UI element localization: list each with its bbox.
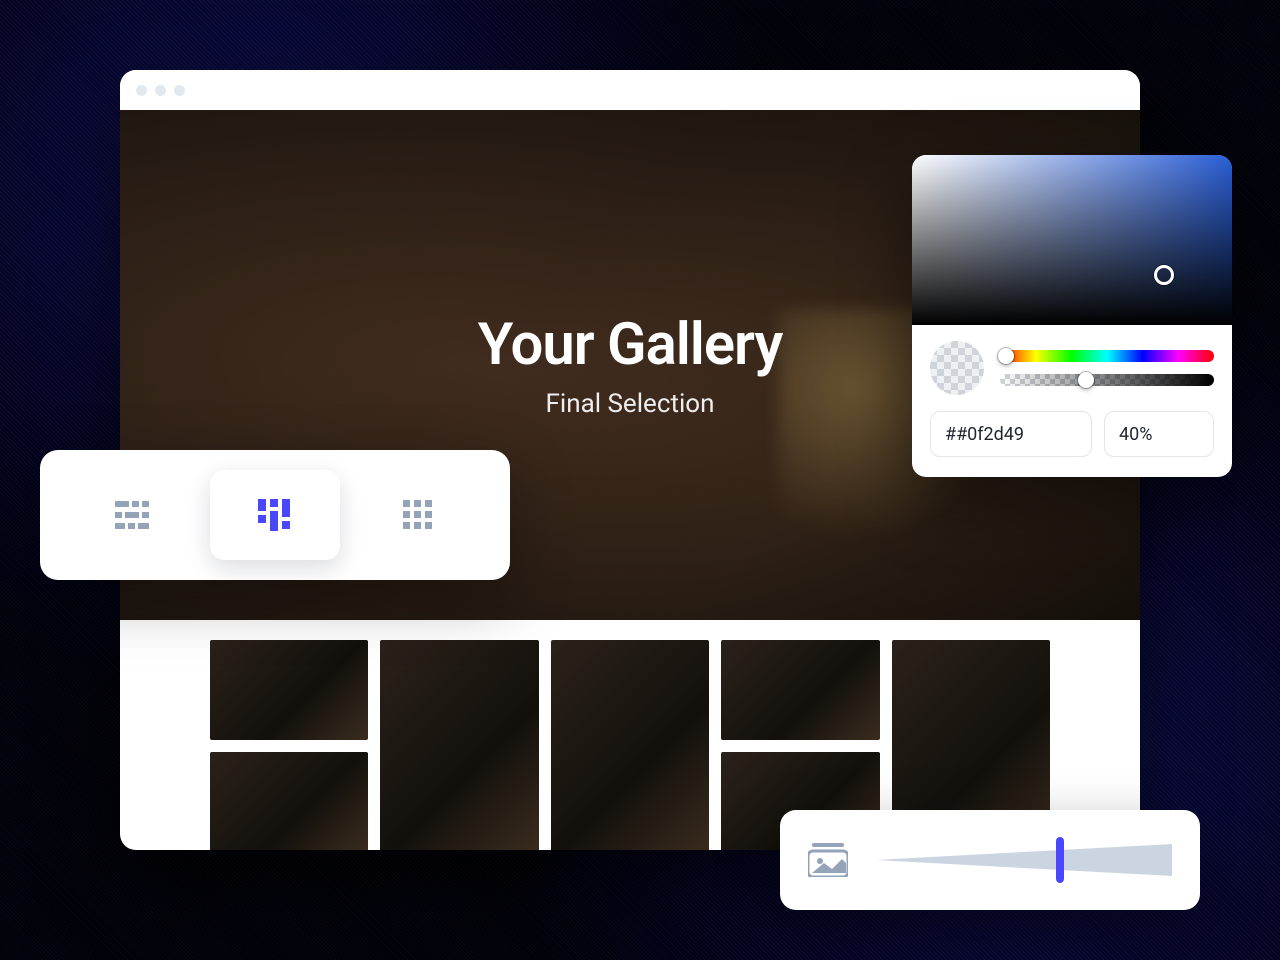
thumbnail[interactable] [721,640,879,740]
browser-titlebar [120,70,1140,110]
hex-value: ##0f2d49 [945,424,1024,445]
alpha-input[interactable]: 40% [1104,411,1214,457]
layout-masonry-icon [258,499,292,531]
transparency-swatch [930,341,984,395]
layout-grid-button[interactable] [353,470,483,560]
layout-rows-button[interactable] [67,470,197,560]
alpha-slider[interactable] [1000,374,1214,386]
layout-chooser-panel [40,450,510,580]
alpha-value: 40% [1119,424,1152,445]
window-dot [174,85,185,96]
window-dot [155,85,166,96]
thumbnail[interactable] [380,640,538,850]
size-slider-handle[interactable] [1056,837,1064,883]
window-dot [136,85,147,96]
layout-rows-icon [115,501,149,529]
color-controls: ##0f2d49 40% [912,325,1232,477]
layout-grid-icon [403,500,433,530]
gallery-title: Your Gallery [478,311,783,379]
thumbnail[interactable] [210,640,368,740]
hex-input[interactable]: ##0f2d49 [930,411,1092,457]
gallery-subtitle: Final Selection [546,389,715,419]
hue-slider[interactable] [1000,350,1214,362]
thumbnail-size-panel [780,810,1200,910]
image-icon [808,843,848,877]
thumbnail[interactable] [210,752,368,850]
color-cursor[interactable] [1154,265,1174,285]
layout-masonry-button[interactable] [210,470,340,560]
color-saturation-area[interactable] [912,155,1232,325]
color-picker-panel: ##0f2d49 40% [912,155,1232,477]
size-slider[interactable] [876,840,1172,880]
thumbnail[interactable] [551,640,709,850]
